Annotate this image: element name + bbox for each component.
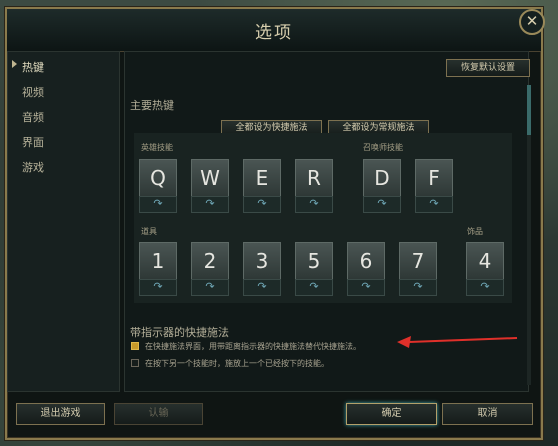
quick-cast-toggle-icon[interactable]: ↷	[295, 196, 333, 213]
indicator-quick-cast-title: 带指示器的快捷施法	[130, 326, 229, 339]
quick-cast-toggle-icon[interactable]: ↷	[363, 196, 401, 213]
cast-previous-ability-label: 在按下另一个技能时，施放上一个已经按下的技能。	[145, 359, 329, 368]
quick-cast-toggle-icon[interactable]: ↷	[415, 196, 453, 213]
sidebar: 热键 视频 音频 界面 游戏	[7, 51, 120, 392]
quick-cast-toggle-icon[interactable]: ↷	[139, 279, 177, 296]
summoner-spells-label: 召唤师技能	[363, 143, 403, 152]
ability-key-e[interactable]: E	[243, 159, 281, 197]
trinket-label: 饰品	[467, 227, 483, 236]
sidebar-item-game[interactable]: 游戏	[22, 159, 44, 175]
scrollbar-thumb[interactable]	[527, 85, 531, 135]
ability-key-q[interactable]: Q	[139, 159, 177, 197]
cancel-button[interactable]: 取消	[442, 403, 533, 425]
item-key-3[interactable]: 3	[243, 242, 281, 280]
item-key-6[interactable]: 6	[347, 242, 385, 280]
title-bar: 选项	[7, 9, 541, 52]
ability-key-w[interactable]: W	[191, 159, 229, 197]
quick-cast-toggle-icon[interactable]: ↷	[191, 279, 229, 296]
quick-cast-toggle-icon[interactable]: ↷	[466, 279, 504, 296]
quick-cast-toggle-icon[interactable]: ↷	[347, 279, 385, 296]
sidebar-item-video[interactable]: 视频	[22, 84, 44, 100]
surrender-button[interactable]: 认输	[114, 403, 203, 425]
quick-cast-toggle-icon[interactable]: ↷	[295, 279, 333, 296]
quick-cast-toggle-icon[interactable]: ↷	[139, 196, 177, 213]
items-label: 道具	[141, 227, 157, 236]
content-scrollbar[interactable]	[527, 85, 531, 385]
active-item-marker-icon	[12, 60, 17, 68]
trinket-key-4[interactable]: 4	[466, 242, 504, 280]
item-key-1[interactable]: 1	[139, 242, 177, 280]
item-key-5[interactable]: 5	[295, 242, 333, 280]
quick-cast-toggle-icon[interactable]: ↷	[399, 279, 437, 296]
exit-game-button[interactable]: 退出游戏	[16, 403, 105, 425]
cast-previous-ability-checkbox[interactable]	[131, 359, 139, 367]
item-key-2[interactable]: 2	[191, 242, 229, 280]
summoner-key-d[interactable]: D	[363, 159, 401, 197]
champion-abilities-label: 英雄技能	[141, 143, 173, 152]
ability-key-r[interactable]: R	[295, 159, 333, 197]
sidebar-item-audio[interactable]: 音频	[22, 109, 44, 125]
quick-cast-toggle-icon[interactable]: ↷	[243, 196, 281, 213]
indicator-quick-cast-checkbox[interactable]	[131, 342, 139, 350]
annotation-arrow-icon	[397, 336, 518, 348]
close-icon: ✕	[525, 12, 539, 30]
dialog-title: 选项	[255, 23, 293, 43]
quick-cast-toggle-icon[interactable]: ↷	[191, 196, 229, 213]
summoner-key-f[interactable]: F	[415, 159, 453, 197]
sidebar-item-interface[interactable]: 界面	[22, 134, 44, 150]
ok-button[interactable]: 确定	[346, 403, 437, 425]
item-key-7[interactable]: 7	[399, 242, 437, 280]
close-button[interactable]: ✕	[519, 9, 545, 35]
sidebar-item-hotkeys[interactable]: 热键	[22, 59, 44, 75]
restore-defaults-button[interactable]: 恢复默认设置	[446, 59, 530, 77]
quick-cast-toggle-icon[interactable]: ↷	[243, 279, 281, 296]
main-hotkeys-title: 主要热键	[130, 99, 174, 112]
indicator-quick-cast-label: 在快捷施法界面，用带距离指示器的快捷施法替代快捷施法。	[145, 342, 361, 351]
